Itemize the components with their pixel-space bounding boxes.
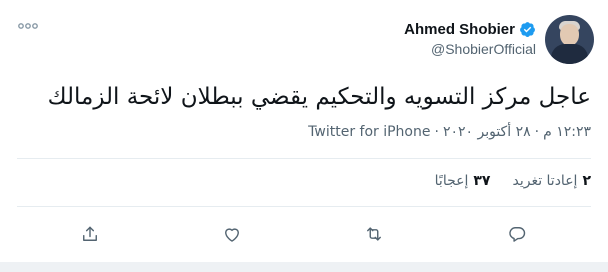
tweet-header: Ahmed Shobier @ShobierOfficial [14,14,594,64]
retweets-label: إعادتا تغريد [512,173,578,189]
likes-label: إعجابًا [434,173,469,189]
retweets-stat[interactable]: ٢ إعادتا تغريد [512,173,591,189]
display-name[interactable]: Ahmed Shobier [404,21,515,38]
bottom-band [0,262,608,272]
tweet-date[interactable]: ٢٨ أكتوبر ٢٠٢٠ [443,124,531,140]
retweets-count: ٢ [582,173,591,189]
tweet-time[interactable]: ١٢:٢٣ م [543,124,591,140]
share-icon[interactable] [76,220,104,248]
tweet-card: Ahmed Shobier @ShobierOfficial عاجل مركز… [0,0,608,272]
tweet-stats: ٢ إعادتا تغريد ٣٧ إعجابًا [435,173,591,189]
author-names: Ahmed Shobier @ShobierOfficial [404,21,536,57]
tweet-text: عاجل مركز التسويه والتحكيم يقضي ببطلان ل… [47,84,591,110]
tweet-actions [0,220,608,248]
retweet-icon[interactable] [360,220,388,248]
more-dots-icon[interactable] [18,22,38,30]
divider [17,158,591,159]
name-row: Ahmed Shobier [404,21,536,38]
tweet-source[interactable]: Twitter for iPhone [308,124,430,140]
heart-icon[interactable] [218,220,246,248]
avatar[interactable] [545,14,594,64]
reply-icon[interactable] [503,220,531,248]
author-handle[interactable]: @ShobierOfficial [431,41,536,57]
tweet-meta: ١٢:٢٣ م · ٢٨ أكتوبر ٢٠٢٠ · Twitter for i… [308,124,591,140]
likes-count: ٣٧ [473,173,491,189]
meta-separator: · [534,124,540,140]
likes-stat[interactable]: ٣٧ إعجابًا [435,173,491,189]
verified-badge-icon [519,21,536,38]
meta-separator: · [434,124,439,140]
divider [17,206,591,207]
